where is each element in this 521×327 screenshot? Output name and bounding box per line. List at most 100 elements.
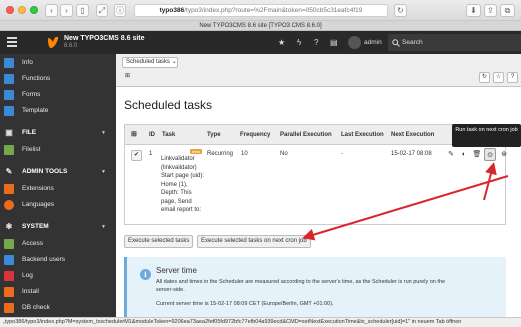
search-field[interactable]: Search: [388, 34, 521, 51]
sidebar-item-label: Log: [22, 272, 33, 279]
back-icon[interactable]: ‹: [45, 4, 58, 17]
table-header: ⊞ ID Task Type Frequency Parallel Execut…: [125, 125, 505, 145]
zoom-window-icon[interactable]: [30, 6, 38, 14]
sidebar-group-label: SYSTEM: [22, 223, 49, 230]
callout-current-time: Current server time is 15-02-17 08:09 CE…: [156, 301, 334, 307]
server-time-callout: i Server time All dates and times in the…: [124, 257, 506, 317]
url-path: /typo3/index.php?route=%2Fmain&token=050…: [184, 7, 363, 14]
sidebar-item-label: Filelist: [22, 146, 41, 153]
task-last-execution: -: [341, 151, 343, 157]
row-checkbox[interactable]: ✔: [131, 150, 142, 161]
filelist-icon: [4, 145, 14, 155]
download-icon[interactable]: ⬇: [466, 4, 481, 17]
share-icon[interactable]: ⇪: [484, 4, 497, 17]
sidebar-item-forms[interactable]: Forms: [0, 87, 116, 103]
callout-text: All dates and times in the Scheduler are…: [156, 279, 446, 293]
reader-icon[interactable]: ⓘ: [114, 4, 126, 17]
reload-page-icon[interactable]: ↻: [479, 72, 490, 83]
sidebar-item-extensions[interactable]: Extensions: [0, 181, 116, 197]
chevron-down-icon: ▼: [101, 224, 106, 230]
username[interactable]: admin: [364, 39, 382, 46]
run-now-icon[interactable]: ⊛: [498, 148, 510, 161]
forms-icon: [4, 90, 14, 100]
tasks-table: ⊞ ID Task Type Frequency Parallel Execut…: [124, 124, 507, 225]
sidebar-group-system[interactable]: ✱ SYSTEM ▼: [0, 219, 116, 235]
system-info-icon[interactable]: ▤: [330, 38, 338, 47]
install-icon: [4, 287, 14, 297]
column-header-next-execution[interactable]: Next Execution: [391, 132, 434, 138]
sidebar-item-backend-users[interactable]: Backend users: [0, 252, 116, 268]
sidebar-item-languages[interactable]: Languages: [0, 197, 116, 213]
typo3-logo-icon[interactable]: [47, 36, 59, 49]
reload-icon[interactable]: ↻: [394, 4, 407, 17]
sidebar-group-file[interactable]: ▣ FILE ▼: [0, 125, 116, 141]
column-header-frequency[interactable]: Frequency: [240, 132, 270, 138]
help-icon[interactable]: ?: [314, 38, 318, 47]
sidebar-item-template[interactable]: Template: [0, 103, 116, 119]
execute-on-next-cron-button[interactable]: Execute selected tasks on next cron job: [197, 235, 311, 248]
sidebar-item-install[interactable]: Install: [0, 284, 116, 300]
task-description: Linkvalidator (linkvalidator) Start page…: [161, 156, 205, 213]
info-circle-icon: i: [140, 269, 151, 280]
sidebar-item-log[interactable]: Log: [0, 268, 116, 284]
avatar[interactable]: [348, 36, 361, 49]
run-on-next-cron-icon[interactable]: ⊙: [484, 148, 496, 161]
column-header-type[interactable]: Type: [207, 132, 221, 138]
callout-title: Server time: [156, 266, 197, 275]
chevron-down-icon: ▼: [101, 169, 106, 175]
column-header-task[interactable]: Task: [162, 132, 175, 138]
sidebar-group-admin-tools[interactable]: ✎ ADMIN TOOLS ▼: [0, 164, 116, 180]
selector-value: Scheduled tasks: [126, 59, 171, 65]
row-actions: ✎ ◐ 🗑 ⊙ ⊛: [412, 148, 507, 162]
tabs-overview-icon[interactable]: ⧉: [500, 4, 515, 17]
add-task-icon[interactable]: ⊞: [122, 72, 133, 83]
languages-icon: [4, 200, 14, 210]
select-all-icon[interactable]: ⊞: [131, 130, 137, 138]
sidebar-item-db-check[interactable]: DB check: [0, 300, 116, 316]
bookmark-icon[interactable]: ☆: [493, 72, 504, 83]
address-bar[interactable]: typo386/typo3/index.php?route=%2Fmain&to…: [134, 4, 388, 17]
sidebar-item-label: Access: [22, 240, 43, 247]
delete-icon[interactable]: 🗑: [471, 148, 483, 161]
url-host: typo386: [159, 7, 185, 14]
table-row: ✔ 1 beta Linkvalidator (linkvalidator) S…: [125, 145, 507, 224]
task-id: 1: [149, 151, 153, 157]
sidebar-item-info[interactable]: Info: [0, 55, 116, 71]
bookmark-star-icon[interactable]: ★: [278, 38, 285, 47]
sidebar-item-filelist[interactable]: Filelist: [0, 142, 116, 158]
edit-icon[interactable]: ✎: [445, 148, 457, 161]
minimize-window-icon[interactable]: [18, 6, 26, 14]
typo3-topbar: New TYPO3CMS 8.6 site 8.6.0 ★ ϟ ? ▤ admi…: [0, 31, 521, 54]
column-header-id[interactable]: ID: [149, 132, 155, 138]
function-selector[interactable]: Scheduled tasks ⌄: [122, 57, 178, 68]
tab-title: New TYPO3CMS 8.6 site [TYPO3 CMS 8.6.0]: [199, 23, 322, 29]
toggle-icon[interactable]: ◐: [458, 148, 470, 161]
search-placeholder: Search: [402, 39, 423, 46]
forward-icon[interactable]: ›: [60, 4, 73, 17]
sidebar-toggle-icon[interactable]: ▯: [76, 4, 89, 17]
column-header-parallel[interactable]: Parallel Execution: [280, 132, 332, 138]
module-menu: Info Functions Forms Template ▣ FILE ▼ F…: [0, 54, 116, 317]
template-icon: [4, 106, 14, 116]
fullscreen-icon[interactable]: ⤢: [96, 4, 108, 17]
browser-tab[interactable]: New TYPO3CMS 8.6 site [TYPO3 CMS 8.6.0]: [0, 21, 521, 31]
close-window-icon[interactable]: [6, 6, 14, 14]
sidebar-item-label: Functions: [22, 75, 51, 82]
help-button-icon[interactable]: ?: [507, 72, 518, 83]
chevron-down-icon: ▼: [101, 130, 106, 136]
doc-header: Scheduled tasks ⌄ ⊞ ↻ ☆ ?: [116, 54, 521, 87]
page-title: Scheduled tasks: [124, 98, 213, 112]
column-header-last-execution[interactable]: Last Execution: [341, 132, 384, 138]
sidebar-item-access[interactable]: Access: [0, 236, 116, 252]
execute-selected-button[interactable]: Execute selected tasks: [124, 235, 194, 248]
task-frequency: 10: [241, 151, 248, 157]
sidebar-group-label: ADMIN TOOLS: [22, 168, 68, 175]
sidebar-item-functions[interactable]: Functions: [0, 71, 116, 87]
access-icon: [4, 239, 14, 249]
flash-icon[interactable]: ϟ: [297, 38, 301, 47]
sidebar-item-label: Forms: [22, 91, 41, 98]
search-icon: [392, 39, 400, 47]
task-type: Recurring: [207, 151, 234, 157]
db-check-icon: [4, 303, 14, 313]
menu-toggle-icon[interactable]: [7, 37, 17, 47]
